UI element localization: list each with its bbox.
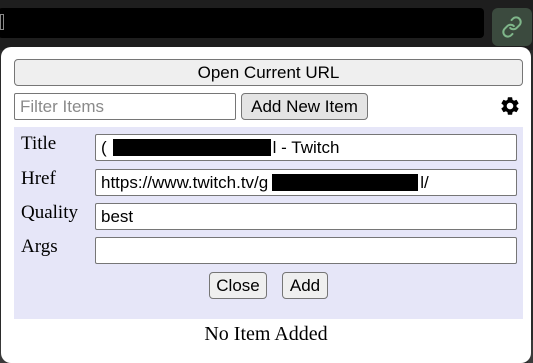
args-label: Args [21,236,58,257]
title-field[interactable]: ( l - Twitch [95,134,517,161]
title-label: Title [21,133,57,154]
status-message: No Item Added [204,323,328,345]
title-value-prefix: ( [101,137,107,157]
redaction-bar [112,139,271,156]
link-icon [502,16,522,38]
quality-value: best [101,206,134,226]
extension-button[interactable] [492,8,532,46]
close-button[interactable]: Close [209,272,267,299]
href-label: Href [21,168,56,189]
new-item-form: Title ( l - Twitch Href https://www.twit… [14,127,523,319]
quality-field[interactable]: best [95,203,517,230]
filter-items-input[interactable] [14,93,236,120]
title-value-suffix: l - Twitch [272,137,340,157]
add-button[interactable]: Add [282,272,328,299]
add-new-item-button[interactable]: Add New Item [241,93,368,120]
address-bar[interactable] [0,8,484,38]
gear-icon[interactable] [499,95,521,117]
args-field[interactable] [95,237,517,264]
extension-popup: Open Current URL Add New Item Title ( l … [1,47,531,363]
page-icon [0,14,4,30]
browser-toolbar [0,0,533,50]
quality-label: Quality [21,202,78,223]
open-current-url-button[interactable]: Open Current URL [14,59,523,86]
redaction-bar [272,174,419,191]
href-field[interactable]: https://www.twitch.tv/g l/ [95,169,517,196]
href-value-prefix: https://www.twitch.tv/g [101,172,269,192]
href-value-suffix: l/ [420,172,429,192]
